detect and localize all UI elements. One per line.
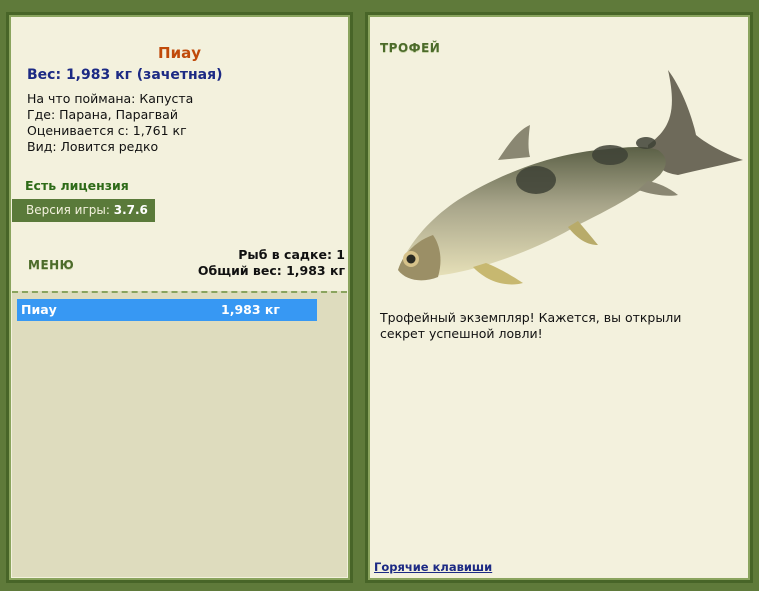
trophy-panel: ТРОФЕЙ Трофейный экземпляр! Кажется, вы …	[365, 12, 753, 583]
version-value: 3.7.6	[113, 203, 148, 217]
rated-info: Оценивается с: 1,761 кг	[27, 123, 187, 138]
list-item-name: Пиау	[21, 302, 57, 317]
fish-weight: Вес: 1,983 кг (зачетная)	[27, 67, 223, 83]
location-info: Где: Парана, Парагвай	[27, 107, 178, 122]
fish-image	[398, 70, 743, 285]
fish-name-title: Пиау	[158, 44, 201, 62]
license-status: Есть лицензия	[25, 178, 129, 193]
list-item[interactable]: Пиау 1,983 кг	[17, 299, 317, 321]
version-label: Версия игры:	[26, 203, 110, 217]
keepnet-list: Пиау 1,983 кг	[12, 291, 347, 577]
rarity-info: Вид: Ловится редко	[27, 139, 159, 154]
keepnet-count: Рыб в садке: 1	[238, 247, 345, 262]
fish-info-panel: Пиау Вес: 1,983 кг (зачетная) На что пой…	[6, 12, 353, 583]
game-version-badge: Версия игры: 3.7.6	[12, 199, 155, 222]
list-item-weight: 1,983 кг	[221, 302, 280, 317]
menu-button[interactable]: МЕНЮ	[28, 258, 74, 272]
trophy-message: Трофейный экземпляр! Кажется, вы открыли…	[380, 310, 682, 341]
bait-info: На что поймана: Капуста	[27, 91, 194, 106]
keepnet-total-weight: Общий вес: 1,983 кг	[197, 263, 345, 278]
hotkeys-link[interactable]: Горячие клавиши	[374, 560, 492, 574]
